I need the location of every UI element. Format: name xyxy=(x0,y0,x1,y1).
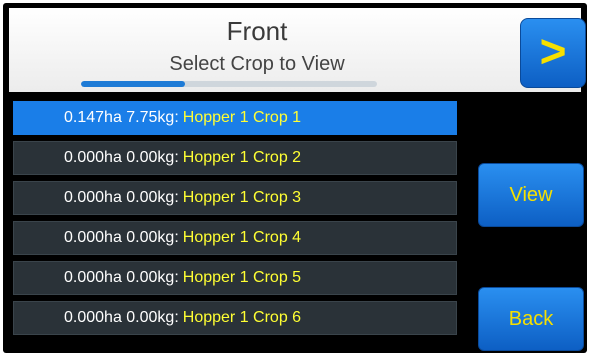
crop-name: Hopper 1 Crop 4 xyxy=(182,229,302,246)
progress-bar-fill xyxy=(81,81,185,87)
crop-row-1[interactable]: 0.147ha 7.75kg: Hopper 1 Crop 1 xyxy=(13,101,457,135)
page-title: Front xyxy=(226,16,288,46)
back-button[interactable]: Back xyxy=(478,287,584,351)
view-button[interactable]: View xyxy=(478,163,584,227)
progress-bar xyxy=(81,81,377,87)
crop-stats: 0.147ha 7.75kg: xyxy=(64,109,179,126)
crop-name: Hopper 1 Crop 5 xyxy=(182,269,302,286)
chevron-right-icon: > xyxy=(539,25,567,77)
page-subtitle: Select Crop to View xyxy=(169,53,345,75)
crop-stats: 0.000ha 0.00kg: xyxy=(64,309,179,326)
crop-stats: 0.000ha 0.00kg: xyxy=(64,189,179,206)
header: Front Select Crop to View > xyxy=(9,8,586,92)
crop-list: 0.147ha 7.75kg: Hopper 1 Crop 1 0.000ha … xyxy=(13,101,457,341)
crop-row-6[interactable]: 0.000ha 0.00kg: Hopper 1 Crop 6 xyxy=(13,301,457,335)
crop-row-2[interactable]: 0.000ha 0.00kg: Hopper 1 Crop 2 xyxy=(13,141,457,175)
crop-stats: 0.000ha 0.00kg: xyxy=(64,149,179,166)
crop-stats: 0.000ha 0.00kg: xyxy=(64,269,179,286)
crop-name: Hopper 1 Crop 1 xyxy=(182,109,302,126)
crop-name: Hopper 1 Crop 6 xyxy=(182,309,302,326)
crop-name: Hopper 1 Crop 3 xyxy=(182,189,302,206)
crop-row-3[interactable]: 0.000ha 0.00kg: Hopper 1 Crop 3 xyxy=(13,181,457,215)
crop-stats: 0.000ha 0.00kg: xyxy=(64,229,179,246)
crop-row-4[interactable]: 0.000ha 0.00kg: Hopper 1 Crop 4 xyxy=(13,221,457,255)
screen-frame: Front Select Crop to View > 0.147ha 7.75… xyxy=(3,3,587,353)
crop-name: Hopper 1 Crop 2 xyxy=(182,149,302,166)
crop-row-5[interactable]: 0.000ha 0.00kg: Hopper 1 Crop 5 xyxy=(13,261,457,295)
next-button[interactable]: > xyxy=(520,18,586,88)
